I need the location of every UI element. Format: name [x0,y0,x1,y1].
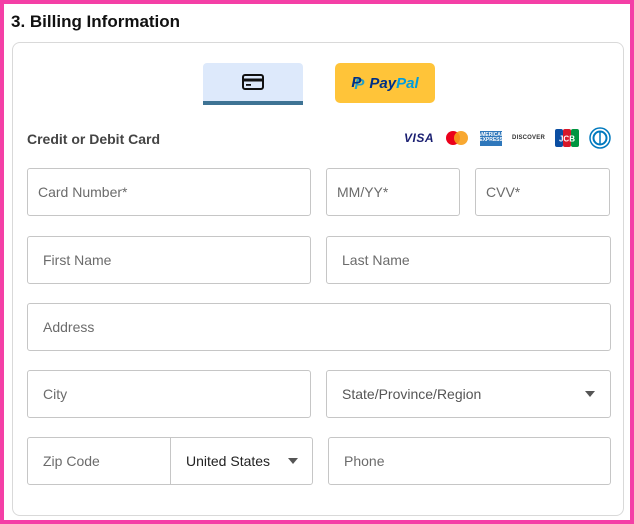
mastercard-icon [446,131,469,145]
card-section-label: Credit or Debit Card [27,131,161,147]
credit-card-icon [242,74,264,90]
paypal-icon: P P [351,74,365,93]
discover-icon: DISCOVER [512,135,545,141]
tab-paypal[interactable]: P P Pay Pal [335,63,435,103]
paypal-label-pal: Pal [396,74,419,92]
diners-club-icon [589,127,611,149]
phone-field [328,437,611,485]
first-name-input[interactable] [28,237,310,283]
state-select[interactable]: State/Province/Region [326,370,611,418]
last-name-input[interactable] [327,237,610,283]
card-brands: VISA AMERICAN EXPRESS DISCOVER JCB [404,127,611,149]
jcb-icon: JCB [555,129,579,147]
section-title: 3. Billing Information [11,12,181,31]
visa-icon: VISA [404,131,435,145]
address-input[interactable] [28,304,610,350]
phone-input[interactable] [329,438,610,484]
paypal-label-pay: Pay [369,74,397,92]
expiry-input[interactable] [327,169,459,215]
country-select[interactable]: United States [170,438,313,484]
city-input[interactable] [28,371,310,417]
address-field [27,303,611,351]
billing-panel: P P Pay Pal Credit or Debit Card VISA AME… [12,42,624,516]
card-number-field [27,168,311,216]
zip-code-input[interactable] [28,438,170,484]
chevron-down-icon [288,458,298,464]
cvv-input[interactable] [476,169,609,215]
tab-credit-card[interactable] [203,63,303,105]
expiry-field [326,168,460,216]
country-select-value: United States [186,453,271,469]
card-number-input[interactable] [28,169,310,215]
jcb-text: JCB [559,135,575,144]
chevron-down-icon [585,391,595,397]
billing-frame: 3. Billing Information P P Pay Pal Credit… [0,0,634,524]
city-field [27,370,311,418]
amex-icon: AMERICAN EXPRESS [478,130,505,146]
cvv-field [475,168,610,216]
first-name-field [27,236,311,284]
zip-country-field: United States [27,437,313,485]
last-name-field [326,236,611,284]
state-select-placeholder: State/Province/Region [342,386,482,402]
